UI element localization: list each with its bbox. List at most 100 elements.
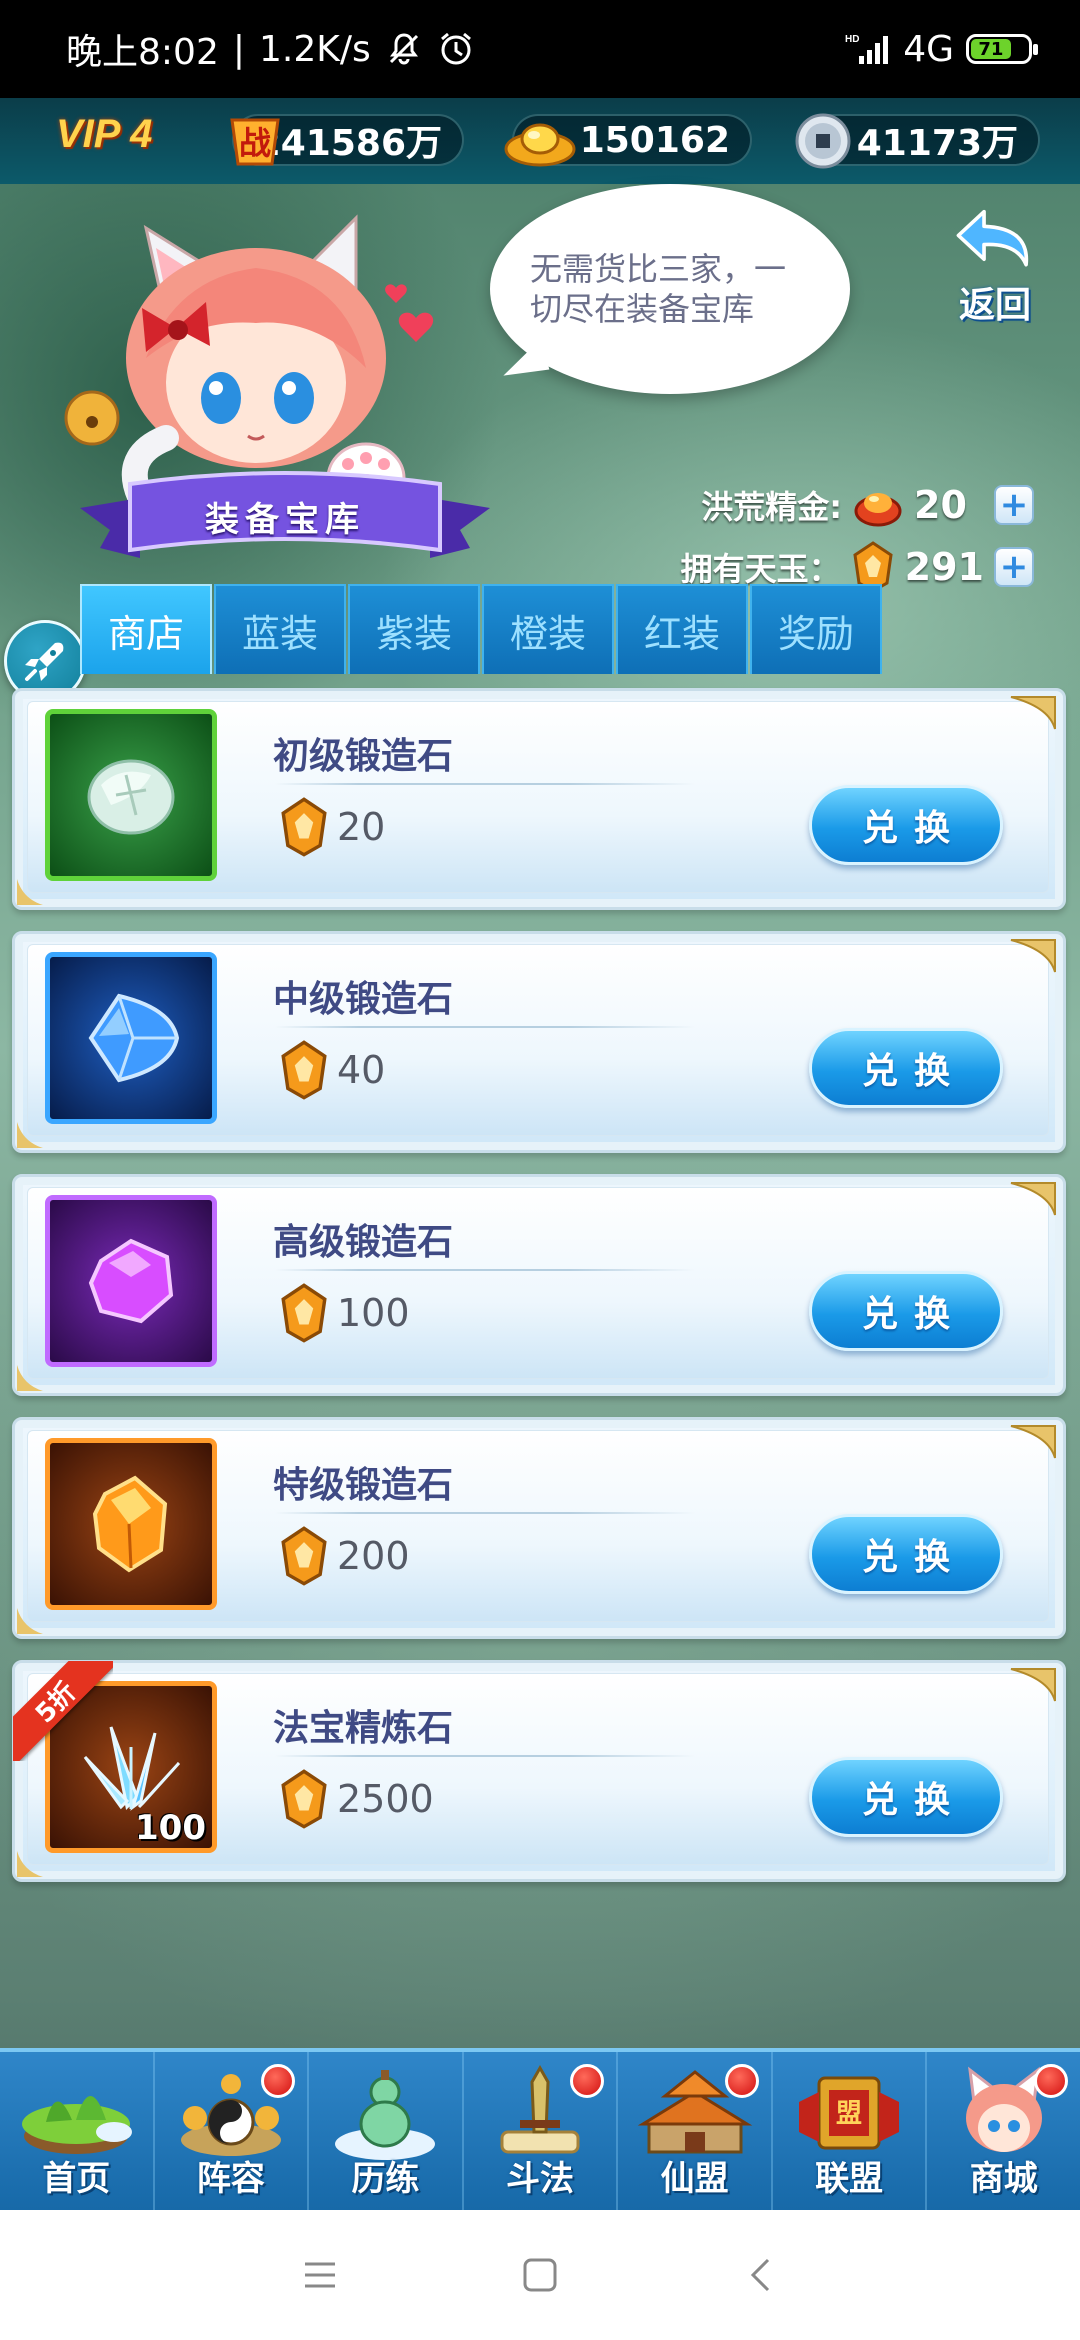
list-item: 中级锻造石 40 兑换 [12, 931, 1066, 1153]
nav-label: 仙盟 [660, 2159, 729, 2199]
nav-immortal-guild[interactable]: 仙盟 [618, 2052, 773, 2210]
tab-orange-gear[interactable]: 橙装 [482, 584, 614, 674]
essence-label: 洪荒精金: [701, 488, 842, 526]
shop-banner-title: 装备宝库 [205, 499, 365, 540]
item-divider [275, 1755, 695, 1757]
tab-blue-gear[interactable]: 蓝装 [214, 584, 346, 674]
coin-value: 41173万 [856, 123, 1018, 164]
corner-ornament-icon [17, 1365, 43, 1391]
add-jade-button[interactable]: + [994, 547, 1034, 587]
corner-ornament-icon [1010, 1182, 1056, 1216]
list-item: 高级锻造石 100 兑换 [12, 1174, 1066, 1396]
exchange-button[interactable]: 兑换 [809, 1757, 1003, 1837]
exchange-button[interactable]: 兑换 [809, 1514, 1003, 1594]
item-icon-frame[interactable] [45, 1438, 217, 1610]
currency-bar: VIP 4 241586万 战 150162 41173万 [0, 98, 1080, 184]
category-tabs: 商店 蓝装 紫装 橙装 红装 奖励 [80, 584, 882, 674]
jade-icon [281, 1283, 327, 1343]
nav-label: 斗法 [506, 2159, 575, 2199]
essence-icon [854, 493, 902, 527]
nav-label: 联盟 [815, 2159, 884, 2199]
system-navigation-bar [0, 2210, 1080, 2340]
item-price: 100 [277, 1283, 410, 1343]
nav-lineup[interactable]: 阵容 [155, 2052, 310, 2210]
svg-text:HD: HD [845, 34, 859, 45]
purple-forging-stone-icon [88, 1238, 174, 1324]
back-button[interactable]: 返回 [940, 208, 1050, 328]
item-quantity: 100 [135, 1808, 206, 1848]
signal-icon: HD [845, 32, 891, 66]
item-divider [275, 1026, 695, 1028]
item-divider [275, 783, 695, 785]
item-icon-frame[interactable] [45, 709, 217, 881]
item-name: 高级锻造石 [273, 1222, 454, 1263]
item-icon-frame[interactable] [45, 952, 217, 1124]
tab-rewards[interactable]: 奖励 [750, 584, 882, 674]
notification-badge [1034, 2064, 1069, 2098]
nav-label: 首页 [42, 2159, 111, 2199]
bottom-navigation: 首页 阵容 历练 斗法 仙盟 盟 联盟 商城 [0, 2048, 1080, 2210]
exchange-button[interactable]: 兑换 [809, 1028, 1003, 1108]
exchange-button[interactable]: 兑换 [809, 1271, 1003, 1351]
notification-badge [724, 2064, 759, 2098]
home-button[interactable] [515, 2250, 565, 2300]
item-name: 中级锻造石 [273, 979, 454, 1020]
item-price-value: 20 [337, 805, 386, 849]
corner-ornament-icon [17, 1122, 43, 1148]
status-network: 4G [903, 28, 954, 70]
back-arrow-icon [956, 209, 1029, 267]
corner-ornament-icon [1010, 1668, 1056, 1702]
discount-ribbon: 5折 [13, 1661, 113, 1761]
item-price-value: 2500 [337, 1777, 434, 1821]
vip-level[interactable]: VIP 4 [56, 112, 152, 157]
jade-icon [281, 1769, 327, 1829]
item-name: 特级锻造石 [273, 1465, 454, 1506]
menu-button[interactable] [295, 2250, 345, 2300]
battery-icon: 71 [966, 34, 1038, 64]
jade-icon [281, 797, 327, 857]
item-icon-frame[interactable] [45, 1195, 217, 1367]
alarm-icon [437, 30, 475, 68]
copper-coin-icon [790, 108, 856, 174]
nav-mall[interactable]: 商城 [927, 2052, 1080, 2210]
exchange-button[interactable]: 兑换 [809, 785, 1003, 865]
nav-alliance[interactable]: 盟 联盟 [773, 2052, 928, 2210]
corner-ornament-icon [1010, 1425, 1056, 1459]
item-price: 40 [277, 1040, 385, 1100]
list-item: 初级锻造石 20 兑换 [12, 688, 1066, 910]
item-price-value: 100 [337, 1291, 410, 1335]
gold-value: 150162 [579, 119, 730, 161]
mute-icon [385, 30, 423, 68]
npc-speech-bubble: 无需货比三家，一切尽在装备宝库 [490, 184, 850, 394]
item-price-value: 40 [337, 1048, 386, 1092]
power-icon: 战 [222, 108, 288, 174]
corner-ornament-icon [1010, 696, 1056, 730]
item-price-value: 200 [337, 1534, 410, 1578]
nav-training[interactable]: 历练 [309, 2052, 464, 2210]
npc-speech-text: 无需货比三家，一切尽在装备宝库 [530, 250, 787, 328]
item-divider [275, 1512, 695, 1514]
essence-resource: 洪荒精金: 20 + [701, 480, 1034, 530]
back-nav-button[interactable] [735, 2250, 785, 2300]
nav-battle[interactable]: 斗法 [464, 2052, 619, 2210]
tab-red-gear[interactable]: 红装 [616, 584, 748, 674]
battery-level: 71 [971, 39, 1011, 60]
blue-forging-stone-icon [88, 993, 180, 1083]
nav-label: 历练 [351, 2159, 420, 2199]
tab-purple-gear[interactable]: 紫装 [348, 584, 480, 674]
rocket-icon [25, 642, 64, 681]
power-icon-text: 战 [239, 124, 271, 162]
item-price: 2500 [277, 1769, 434, 1829]
item-name: 初级锻造石 [273, 736, 454, 777]
item-divider [275, 1269, 695, 1271]
nav-home[interactable]: 首页 [0, 2052, 155, 2210]
add-essence-button[interactable]: + [994, 485, 1034, 525]
tab-shop[interactable]: 商店 [80, 584, 212, 674]
discount-label: 5折 [13, 1661, 113, 1761]
status-net-speed: 1.2K/s [258, 28, 371, 70]
corner-ornament-icon [17, 1851, 43, 1877]
alliance-banner-text: 盟 [836, 2099, 862, 2129]
item-name: 法宝精炼石 [273, 1708, 454, 1749]
item-price: 20 [277, 797, 385, 857]
notification-badge [261, 2064, 296, 2098]
